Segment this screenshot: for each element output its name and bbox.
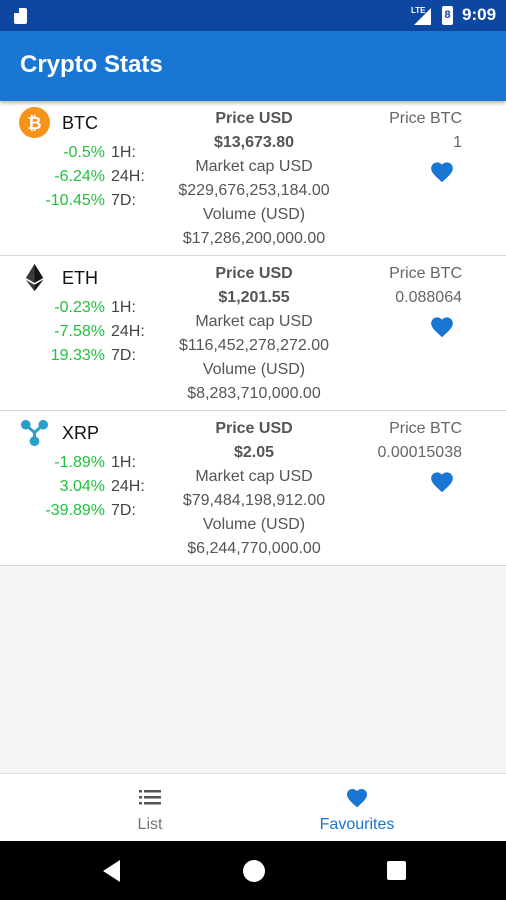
- ripple-icon: [20, 419, 49, 447]
- coin-symbol: BTC: [62, 113, 98, 133]
- change-row-7d: 19.33% 7D:: [0, 347, 160, 371]
- price-usd-label: Price USD: [215, 420, 293, 437]
- change-label: 1H:: [111, 299, 136, 316]
- volume: $8,283,710,000.00: [187, 385, 321, 402]
- home-icon[interactable]: [243, 860, 265, 882]
- change-row-7d: -39.89% 7D:: [0, 502, 160, 526]
- change-value: -39.89%: [45, 502, 105, 519]
- signal-icon: [414, 8, 431, 25]
- market-cap: $79,484,198,912.00: [182, 492, 326, 509]
- change-label: 1H:: [111, 144, 136, 161]
- change-row-24h: -7.58% 24H:: [0, 323, 160, 347]
- change-list: -1.89% 1H: 3.04% 24H: -39.89% 7D:: [0, 454, 160, 526]
- price-btc: 1: [453, 134, 462, 151]
- price-btc-label: Price BTC: [389, 265, 462, 282]
- coin-card[interactable]: XRP -1.89% 1H: 3.04% 24H: -39.89% 7D: Pr…: [0, 411, 506, 566]
- app-title: Crypto Stats: [20, 51, 163, 78]
- coin-list[interactable]: ₿ BTC -0.5% 1H: -6.24% 24H: -10.45% 7D: …: [0, 101, 506, 566]
- volume-label: Volume (USD): [202, 361, 306, 378]
- change-row-1h: -1.89% 1H:: [0, 454, 160, 478]
- change-row-7d: -10.45% 7D:: [0, 192, 160, 216]
- volume-label: Volume (USD): [202, 206, 306, 223]
- change-value: -0.5%: [63, 144, 105, 161]
- price-usd: $13,673.80: [213, 134, 295, 151]
- change-label: 7D:: [111, 192, 136, 209]
- market-cap-label: Market cap USD: [195, 158, 313, 175]
- change-list: -0.5% 1H: -6.24% 24H: -10.45% 7D:: [0, 144, 160, 216]
- price-btc-block: Price BTC 0.088064: [389, 262, 462, 310]
- change-label: 7D:: [111, 347, 136, 364]
- change-row-24h: 3.04% 24H:: [0, 478, 160, 502]
- favourite-heart-icon[interactable]: [429, 469, 455, 493]
- price-details: Price USD $2.05 Market cap USD $79,484,1…: [148, 417, 360, 561]
- price-btc-block: Price BTC 0.00015038: [377, 417, 462, 465]
- bitcoin-icon: ₿: [19, 107, 50, 138]
- coin-card[interactable]: ETH -0.23% 1H: -7.58% 24H: 19.33% 7D: Pr…: [0, 256, 506, 411]
- change-row-1h: -0.23% 1H:: [0, 299, 160, 323]
- tab-list[interactable]: List: [50, 774, 250, 842]
- bottom-navigation: List Favourites: [0, 773, 506, 841]
- change-value: -1.89%: [54, 454, 105, 471]
- change-value: -6.24%: [54, 168, 105, 185]
- price-usd-label: Price USD: [215, 265, 293, 282]
- change-row-24h: -6.24% 24H:: [0, 168, 160, 192]
- list-icon: [139, 790, 161, 805]
- price-btc: 0.088064: [395, 289, 462, 306]
- price-details: Price USD $1,201.55 Market cap USD $116,…: [148, 262, 360, 406]
- market-cap: $229,676,253,184.00: [178, 182, 330, 199]
- svg-text:₿: ₿: [27, 114, 41, 134]
- tab-label: List: [137, 816, 163, 833]
- change-label: 7D:: [111, 502, 136, 519]
- clock: 9:09: [462, 5, 497, 24]
- market-cap: $116,452,278,272.00: [178, 337, 330, 354]
- price-details: Price USD $13,673.80 Market cap USD $229…: [148, 107, 360, 251]
- app-bar: Crypto Stats: [0, 31, 506, 101]
- back-icon[interactable]: [103, 860, 120, 882]
- market-cap-label: Market cap USD: [195, 468, 313, 485]
- change-value: -7.58%: [54, 323, 105, 340]
- change-label: 24H:: [111, 323, 145, 340]
- coin-symbol: XRP: [62, 423, 100, 443]
- volume-label: Volume (USD): [202, 516, 306, 533]
- system-navigation-bar: [0, 841, 506, 900]
- favourite-heart-icon[interactable]: [429, 314, 455, 338]
- change-label: 1H:: [111, 454, 136, 471]
- price-usd-label: Price USD: [215, 110, 293, 127]
- ethereum-icon: [25, 263, 44, 292]
- battery-icon: 8: [442, 6, 453, 25]
- change-label: 24H:: [111, 478, 145, 495]
- change-value: -10.45%: [45, 192, 105, 209]
- heart-icon: [347, 789, 367, 808]
- price-usd: $1,201.55: [218, 289, 290, 306]
- change-row-1h: -0.5% 1H:: [0, 144, 160, 168]
- market-cap-label: Market cap USD: [195, 313, 313, 330]
- status-bar: LTE 8 9:09: [0, 0, 506, 31]
- change-label: 24H:: [111, 168, 145, 185]
- volume: $17,286,200,000.00: [182, 230, 326, 247]
- change-list: -0.23% 1H: -7.58% 24H: 19.33% 7D:: [0, 299, 160, 371]
- volume: $6,244,770,000.00: [187, 540, 321, 557]
- price-btc: 0.00015038: [377, 444, 462, 461]
- change-value: 3.04%: [59, 478, 105, 495]
- tab-favourites[interactable]: Favourites: [257, 774, 457, 842]
- tab-label: Favourites: [319, 816, 395, 833]
- change-value: 19.33%: [50, 347, 105, 364]
- price-btc-label: Price BTC: [389, 110, 462, 127]
- favourite-heart-icon[interactable]: [429, 159, 455, 183]
- price-usd: $2.05: [233, 444, 275, 461]
- recent-apps-icon[interactable]: [387, 861, 406, 880]
- change-value: -0.23%: [54, 299, 105, 316]
- coin-symbol: ETH: [62, 268, 98, 288]
- price-btc-block: Price BTC 1: [389, 107, 462, 155]
- coin-card[interactable]: ₿ BTC -0.5% 1H: -6.24% 24H: -10.45% 7D: …: [0, 101, 506, 256]
- price-btc-label: Price BTC: [389, 420, 462, 437]
- sd-card-icon: [14, 8, 27, 24]
